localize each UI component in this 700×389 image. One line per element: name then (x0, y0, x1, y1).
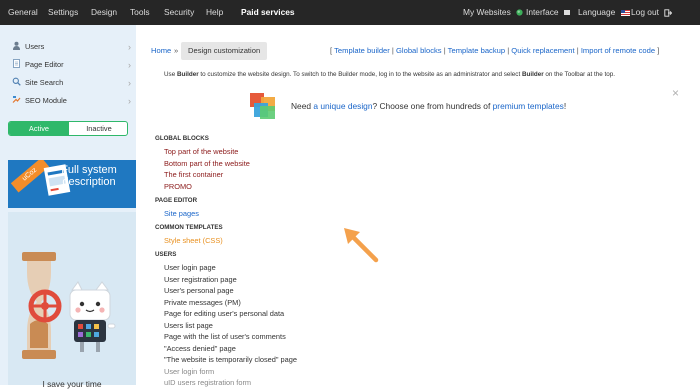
search-icon (12, 77, 21, 86)
link-global-blocks[interactable]: Global blocks (396, 46, 442, 55)
sidebar-item-users[interactable]: Users › (0, 38, 136, 56)
link-users-list[interactable]: Users list page (164, 320, 213, 331)
chevron-right-icon: › (128, 60, 131, 70)
page-icon (12, 59, 21, 68)
link-bottom-part[interactable]: Bottom part of the website (164, 158, 250, 169)
logout-label: Log out (631, 7, 659, 17)
link-template-builder[interactable]: Template builder (334, 46, 390, 55)
link-style-sheet[interactable]: Style sheet (CSS) (164, 235, 223, 246)
promo-part: ! (563, 101, 567, 111)
info-part: to customize the website design. To swit… (198, 71, 522, 78)
seo-icon (12, 95, 21, 104)
promo-text: Need a unique design? Choose one from hu… (291, 100, 566, 112)
link-site-pages[interactable]: Site pages (164, 208, 199, 219)
section-title-page-editor: PAGE EDITOR (155, 197, 198, 204)
info-part: on the Toolbar at the top. (543, 71, 615, 78)
sidebar-item-seo-module[interactable]: SEO Module › (0, 92, 136, 110)
my-websites-link[interactable]: My Websites (463, 0, 523, 25)
link-user-registration-page[interactable]: User registration page (164, 274, 237, 285)
sidebar-item-label: Page Editor (25, 60, 64, 69)
language-menu[interactable]: Language (578, 0, 630, 25)
user-icon (12, 41, 21, 50)
banner-headline: Full system description (61, 164, 117, 188)
banner-caption: I save your time (42, 379, 102, 389)
link-quick-replacement[interactable]: Quick replacement (511, 46, 574, 55)
info-bold: Builder (521, 71, 544, 78)
premium-templates-promo: Need a unique design? Choose one from hu… (248, 91, 593, 123)
my-websites-label: My Websites (463, 7, 511, 17)
main-content: Home » Design customization [ Template b… (137, 25, 700, 388)
sidebar-item-label: SEO Module (25, 96, 67, 105)
logout-link[interactable]: Log out (631, 0, 673, 25)
system-description-banner[interactable]: uCoz Full system description (8, 160, 136, 208)
quick-links: [ Template builder | Global blocks | Tem… (330, 46, 660, 55)
breadcrumb-home-link[interactable]: Home (151, 45, 171, 57)
nav-help[interactable]: Help (206, 0, 223, 25)
nav-general[interactable]: General (8, 0, 38, 25)
info-bold: Builder (176, 71, 199, 78)
templates-icon (250, 93, 275, 119)
language-label: Language (578, 7, 616, 17)
section-title-common-templates: COMMON TEMPLATES (155, 224, 223, 231)
breadcrumb-separator: » (174, 46, 179, 55)
active-inactive-toggle: Active Inactive (8, 121, 128, 136)
sidebar: Users › Page Editor › Site Search › SEO … (0, 25, 136, 389)
nav-tools[interactable]: Tools (130, 0, 150, 25)
pointer-arrow-icon (344, 228, 379, 263)
toggle-inactive-option[interactable]: Inactive (69, 122, 127, 135)
breadcrumb-current: Design customization (181, 42, 268, 60)
link-user-login-form[interactable]: User login form (164, 366, 214, 377)
robot-hourglass-illustration (22, 252, 116, 359)
link-access-denied[interactable]: "Access denied" page (164, 343, 236, 354)
nav-design[interactable]: Design (91, 0, 117, 25)
info-part: Use (164, 71, 177, 78)
interface-label: Interface (526, 7, 559, 17)
link-private-messages[interactable]: Private messages (PM) (164, 297, 241, 308)
monitor-icon (563, 10, 570, 16)
close-icon[interactable]: × (672, 87, 679, 99)
interface-menu[interactable]: Interface (526, 0, 570, 25)
sidebar-item-label: Users (25, 42, 45, 51)
globe-icon (516, 9, 523, 16)
section-title-global-blocks: GLOBAL BLOCKS (155, 135, 209, 142)
toggle-active-option[interactable]: Active (9, 122, 69, 135)
us-flag-icon (620, 9, 630, 16)
unique-design-link[interactable]: a unique design (313, 101, 372, 111)
link-first-container[interactable]: The first container (164, 169, 223, 180)
link-promo[interactable]: PROMO (164, 181, 192, 192)
link-import-remote-code[interactable]: Import of remote code (581, 46, 655, 55)
premium-templates-link[interactable]: premium templates (493, 101, 564, 111)
link-uid-registration-form[interactable]: uID users registration form (164, 377, 251, 388)
link-temporarily-closed[interactable]: "The website is temporarily closed" page (164, 354, 297, 365)
link-user-login-page[interactable]: User login page (164, 262, 216, 273)
link-edit-personal-data[interactable]: Page for editing user's personal data (164, 308, 284, 319)
promo-part: ? Choose one from hundreds of (372, 101, 493, 111)
nav-paid-services[interactable]: Paid services (241, 0, 295, 25)
nav-settings[interactable]: Settings (48, 0, 78, 25)
time-saving-banner[interactable]: I save your time (8, 212, 136, 389)
link-top-part[interactable]: Top part of the website (164, 146, 238, 157)
chevron-right-icon: › (128, 42, 131, 52)
link-template-backup[interactable]: Template backup (448, 46, 505, 55)
builder-info-text: Use Builder to customize the website des… (164, 70, 615, 80)
link-user-comments[interactable]: Page with the list of user's comments (164, 331, 286, 342)
promo-part: Need (291, 101, 314, 111)
sidebar-item-label: Site Search (25, 78, 64, 87)
section-title-users: USERS (155, 251, 177, 258)
link-user-personal-page[interactable]: User's personal page (164, 285, 234, 296)
nav-security[interactable]: Security (164, 0, 194, 25)
banner-tag: uCoz (10, 160, 50, 193)
logout-icon (664, 9, 673, 17)
chevron-right-icon: › (128, 78, 131, 88)
sidebar-item-site-search[interactable]: Site Search › (0, 74, 136, 92)
chevron-right-icon: › (128, 96, 131, 106)
top-navigation-bar: General Settings Design Tools Security H… (0, 0, 700, 25)
sidebar-item-page-editor[interactable]: Page Editor › (0, 56, 136, 74)
